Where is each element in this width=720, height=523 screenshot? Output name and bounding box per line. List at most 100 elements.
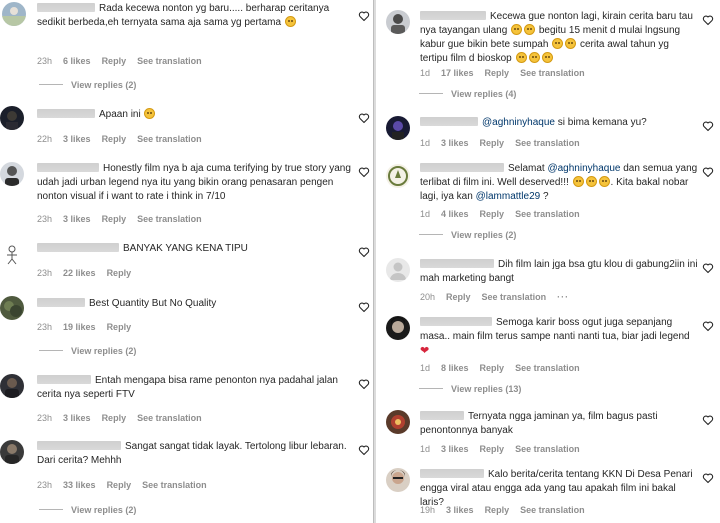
avatar[interactable] xyxy=(0,296,24,320)
likes-count[interactable]: 22 likes xyxy=(63,268,96,278)
avatar[interactable] xyxy=(386,10,410,34)
username[interactable] xyxy=(420,469,484,478)
see-translation-button[interactable]: See translation xyxy=(520,68,585,78)
avatar[interactable] xyxy=(2,2,26,26)
left-comment-panel: Rada kecewa nonton yg baru..... berharap… xyxy=(0,0,374,523)
likes-count[interactable]: 19 likes xyxy=(63,322,96,332)
mention-link[interactable]: @aghninyhaque xyxy=(547,163,620,174)
heart-icon[interactable] xyxy=(358,378,370,390)
avatar[interactable] xyxy=(386,116,410,140)
heart-icon[interactable] xyxy=(358,444,370,456)
heart-icon[interactable] xyxy=(358,301,370,313)
see-translation-button[interactable]: See translation xyxy=(137,214,202,224)
comment: Selamat @aghninyhaque dan semua yang ter… xyxy=(376,156,720,248)
view-replies-button[interactable]: View replies (13) xyxy=(419,383,521,395)
likes-count[interactable]: 6 likes xyxy=(63,56,91,66)
avatar[interactable] xyxy=(386,410,410,434)
timestamp: 1d xyxy=(420,444,431,454)
see-translation-button[interactable]: See translation xyxy=(520,505,585,515)
comment-text: BANYAK YANG KENA TIPU xyxy=(123,243,248,254)
reply-button[interactable]: Reply xyxy=(107,268,132,278)
username[interactable] xyxy=(420,117,478,126)
comment-meta: 23h 3 likes Reply See translation xyxy=(37,412,213,424)
see-translation-button[interactable]: See translation xyxy=(515,209,580,219)
see-translation-button[interactable]: See translation xyxy=(515,138,580,148)
heart-icon[interactable] xyxy=(358,246,370,258)
avatar[interactable] xyxy=(386,258,410,282)
username[interactable] xyxy=(37,298,85,307)
avatar[interactable] xyxy=(0,242,24,266)
username[interactable] xyxy=(420,317,492,326)
heart-icon[interactable] xyxy=(702,262,714,274)
avatar[interactable] xyxy=(386,468,410,492)
avatar[interactable] xyxy=(386,164,410,188)
view-replies-button[interactable]: View replies (2) xyxy=(39,345,136,357)
reply-button[interactable]: Reply xyxy=(102,56,127,66)
view-replies-button[interactable]: View replies (2) xyxy=(419,229,516,241)
clapping-emoji xyxy=(598,176,610,187)
reply-button[interactable]: Reply xyxy=(102,413,127,423)
heart-icon[interactable] xyxy=(702,320,714,332)
avatar[interactable] xyxy=(386,316,410,340)
likes-count[interactable]: 3 likes xyxy=(63,134,91,144)
likes-count[interactable]: 33 likes xyxy=(63,480,96,490)
see-translation-button[interactable]: See translation xyxy=(515,363,580,373)
view-replies-button[interactable]: View replies (4) xyxy=(419,88,516,100)
reply-button[interactable]: Reply xyxy=(107,480,132,490)
comment-body: Semoga karir boss ogut juga sepanjang ma… xyxy=(420,316,698,359)
reply-button[interactable]: Reply xyxy=(480,138,505,148)
see-translation-button[interactable]: See translation xyxy=(482,292,547,302)
reply-button[interactable]: Reply xyxy=(107,322,132,332)
see-translation-button[interactable]: See translation xyxy=(137,134,202,144)
view-replies-button[interactable]: View replies (2) xyxy=(39,79,136,91)
reply-button[interactable]: Reply xyxy=(480,363,505,373)
avatar[interactable] xyxy=(0,374,24,398)
avatar[interactable] xyxy=(0,106,24,130)
comment-body: Ternyata ngga jaminan ya, film bagus pas… xyxy=(420,410,698,438)
heart-icon[interactable] xyxy=(702,414,714,426)
avatar[interactable] xyxy=(0,440,24,464)
likes-count[interactable]: 3 likes xyxy=(441,444,469,454)
username[interactable] xyxy=(37,375,91,384)
likes-count[interactable]: 3 likes xyxy=(441,138,469,148)
see-translation-button[interactable]: See translation xyxy=(142,480,207,490)
username[interactable] xyxy=(37,3,95,12)
username[interactable] xyxy=(420,11,486,20)
likes-count[interactable]: 4 likes xyxy=(441,209,469,219)
more-options-button[interactable]: ··· xyxy=(557,292,569,302)
reply-button[interactable]: Reply xyxy=(102,214,127,224)
heart-icon[interactable] xyxy=(358,166,370,178)
username[interactable] xyxy=(37,163,99,172)
avatar[interactable] xyxy=(0,162,24,186)
reply-button[interactable]: Reply xyxy=(102,134,127,144)
username[interactable] xyxy=(420,259,494,268)
username[interactable] xyxy=(420,411,464,420)
comment: Best Quantity But No Quality 23h 19 likes… xyxy=(0,293,373,361)
heart-icon[interactable] xyxy=(358,10,370,22)
username[interactable] xyxy=(37,441,121,450)
likes-count[interactable]: 8 likes xyxy=(441,363,469,373)
username[interactable] xyxy=(37,109,95,118)
likes-count[interactable]: 3 likes xyxy=(446,505,474,515)
mention-link[interactable]: @lammattle29 xyxy=(476,191,541,202)
heart-icon[interactable] xyxy=(358,112,370,124)
username[interactable] xyxy=(420,163,504,172)
see-translation-button[interactable]: See translation xyxy=(137,413,202,423)
reply-button[interactable]: Reply xyxy=(485,505,510,515)
likes-count[interactable]: 3 likes xyxy=(63,214,91,224)
username[interactable] xyxy=(37,243,119,252)
likes-count[interactable]: 3 likes xyxy=(63,413,91,423)
reply-button[interactable]: Reply xyxy=(485,68,510,78)
heart-icon[interactable] xyxy=(702,472,714,484)
view-replies-button[interactable]: View replies (2) xyxy=(39,504,136,516)
reply-button[interactable]: Reply xyxy=(480,209,505,219)
reply-button[interactable]: Reply xyxy=(480,444,505,454)
heart-icon[interactable] xyxy=(702,120,714,132)
heart-icon[interactable] xyxy=(702,14,714,26)
see-translation-button[interactable]: See translation xyxy=(515,444,580,454)
mention-link[interactable]: @aghninyhaque xyxy=(482,117,555,128)
heart-icon[interactable] xyxy=(702,166,714,178)
see-translation-button[interactable]: See translation xyxy=(137,56,202,66)
likes-count[interactable]: 17 likes xyxy=(441,68,474,78)
reply-button[interactable]: Reply xyxy=(446,292,471,302)
